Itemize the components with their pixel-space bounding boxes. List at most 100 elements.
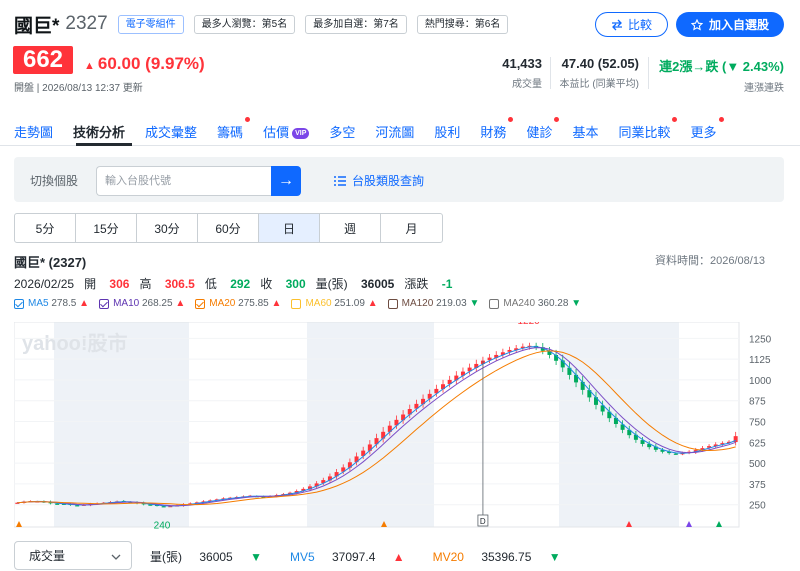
ma-legend-item[interactable]: MA60 251.09 ▲ <box>291 298 378 309</box>
tf-60min[interactable]: 60分 <box>198 214 259 242</box>
tab-river[interactable]: 河流圖 <box>375 122 414 141</box>
event-marker <box>716 521 722 527</box>
tf-5min[interactable]: 5分 <box>15 214 76 242</box>
tab-trend[interactable]: 走勢圖 <box>14 122 53 141</box>
y-tick-label: 1125 <box>749 355 771 366</box>
tab-dividend[interactable]: 股利 <box>434 122 460 141</box>
y-tick-label: 750 <box>749 418 766 429</box>
volume-readout: 量(張) 36005 ▼ MV5 37097.4 ▲ MV20 35396.75… <box>150 548 589 565</box>
update-time: 開盤 | 2026/08/13 12:37 更新 <box>14 83 143 94</box>
stock-title-row: 國巨* 2327 電子零組件 最多人瀏覽：第5名 最多加自選：第7名 熱門搜尋：… <box>14 10 509 38</box>
tab-technical[interactable]: 技術分析 <box>73 122 125 141</box>
tab-health-label: 健診 <box>526 124 553 140</box>
stock-name: 國巨* <box>14 15 60 37</box>
watermark: yahoo!股市 <box>22 331 128 355</box>
checkbox-icon[interactable] <box>99 298 110 309</box>
ohlc-volume: 量(張) 36005 <box>315 277 395 291</box>
ma-legend-item[interactable]: MA240 360.28 ▼ <box>489 298 581 309</box>
add-watchlist-button[interactable]: 加入自選股 <box>676 12 784 37</box>
compare-label: 比較 <box>627 18 652 32</box>
stat-streak-value: 連2漲→跌 (▼ 2.43%) <box>659 59 784 74</box>
event-marker <box>686 521 692 527</box>
list-icon <box>334 175 346 186</box>
tab-more[interactable]: 更多 <box>690 116 724 141</box>
high-annotation: 1220 <box>517 322 540 327</box>
notification-dot <box>245 116 251 122</box>
mv5-readout: MV5 37097.4 ▲ <box>289 549 405 564</box>
tab-valuation[interactable]: 估價 VIP <box>263 122 310 141</box>
compare-button[interactable]: 比較 <box>595 12 668 37</box>
checkbox-icon[interactable] <box>195 298 206 309</box>
tf-30min[interactable]: 30分 <box>137 214 198 242</box>
tf-month[interactable]: 月 <box>381 214 442 242</box>
stat-streak: 連2漲→跌 (▼ 2.43%) 連漲連跌 <box>654 56 784 94</box>
ma-legend: MA5 278.5 ▲ MA10 268.25 ▲ MA20 275.85 ▲ MA6… <box>14 298 591 309</box>
checkbox-icon[interactable] <box>489 298 500 309</box>
industry-tag[interactable]: 電子零組件 <box>117 14 184 34</box>
stat-volume-value: 41,433 <box>502 56 542 71</box>
tf-15min[interactable]: 15分 <box>76 214 137 242</box>
candlestick-chart[interactable]: yahoo!股市 250 375 500 625 750 875 1000 1125 1250 12… <box>14 322 786 532</box>
current-price: 662 <box>13 46 73 74</box>
mv20-readout: MV20 35396.75 ▼ <box>432 549 561 564</box>
tab-peer-label: 同業比較 <box>618 124 671 140</box>
indicator-select[interactable]: 成交量 <box>14 541 132 570</box>
tab-more-label: 更多 <box>690 124 717 140</box>
stock-code: 2327 <box>65 13 108 34</box>
tab-trades[interactable]: 成交彙整 <box>145 122 197 141</box>
divider <box>648 57 649 89</box>
up-triangle-icon: ▲ <box>84 60 95 72</box>
tf-week[interactable]: 週 <box>320 214 381 242</box>
ma-legend-item[interactable]: MA120 219.03 ▼ <box>387 298 479 309</box>
indicator-select-value: 成交量 <box>29 549 66 563</box>
checkbox-icon[interactable] <box>387 298 398 309</box>
checkbox-icon[interactable] <box>14 298 24 309</box>
ma-legend-item[interactable]: MA5 278.5 ▲ <box>14 298 89 309</box>
rank-watch-tag: 最多加自選：第7名 <box>305 14 407 34</box>
stat-pe-label: 本益比 (同業平均) <box>559 79 639 90</box>
candle-body <box>673 453 678 455</box>
rank-view-tag: 最多人瀏覽：第5名 <box>193 14 296 34</box>
stock-code-input[interactable]: 輸入台股代號 <box>96 166 272 196</box>
section-nav: 走勢圖 技術分析 成交彙整 籌碼 估價 VIP 多空 河流圖 股利 財務 健診 基… <box>14 116 737 142</box>
checkbox-icon[interactable] <box>291 298 302 309</box>
tab-peer[interactable]: 同業比較 <box>618 116 678 141</box>
ma-legend-item[interactable]: MA10 268.25 ▲ <box>99 298 185 309</box>
y-tick-label: 375 <box>749 480 766 491</box>
ohlc-date: 2026/02/25 <box>14 276 75 291</box>
active-tab-indicator <box>76 143 132 146</box>
y-tick-label: 625 <box>749 438 766 449</box>
y-tick-label: 875 <box>749 397 766 408</box>
category-query-label: 台股類股查詢 <box>352 174 425 188</box>
ohlc-open: 開 306 <box>84 277 130 291</box>
tab-basic[interactable]: 基本 <box>572 122 598 141</box>
tab-chips-label: 籌碼 <box>217 124 244 140</box>
tf-day[interactable]: 日 <box>259 214 320 242</box>
category-query-link[interactable]: 台股類股查詢 <box>334 172 424 189</box>
tab-chips[interactable]: 籌碼 <box>217 116 251 141</box>
ohlc-change: 漲跌 -1 <box>404 277 453 291</box>
period-band <box>307 322 434 527</box>
y-tick-label: 250 <box>749 501 766 512</box>
price-change-value: 60.00 (9.97%) <box>97 54 205 73</box>
rank-search-tag: 熱門搜尋：第6名 <box>416 14 509 34</box>
ohlc-low: 低 292 <box>204 277 251 291</box>
period-band <box>559 322 679 527</box>
tab-valuation-label: 估價 <box>263 124 290 140</box>
tab-long-short[interactable]: 多空 <box>329 122 355 141</box>
tab-health[interactable]: 健診 <box>526 116 560 141</box>
vip-badge: VIP <box>292 127 310 139</box>
tab-financial[interactable]: 財務 <box>480 116 514 141</box>
event-marker <box>16 521 22 527</box>
notification-dot <box>508 116 514 122</box>
price-change: ▲ 60.00 (9.97%) <box>84 54 205 74</box>
go-button[interactable]: → <box>271 166 301 196</box>
data-time: 資料時間：2026/08/13 <box>655 255 766 267</box>
star-icon <box>690 18 703 31</box>
switch-stock-label: 切換個股 <box>30 174 79 188</box>
ma-legend-item[interactable]: MA20 275.85 ▲ <box>195 298 281 309</box>
y-tick-label: 500 <box>749 459 766 470</box>
ohlc-readout: 2026/02/25 開 306 高 306.5 低 292 收 300 量(張… <box>14 275 462 292</box>
stat-streak-label: 連漲連跌 <box>744 83 784 94</box>
chevron-down-icon <box>111 549 121 563</box>
